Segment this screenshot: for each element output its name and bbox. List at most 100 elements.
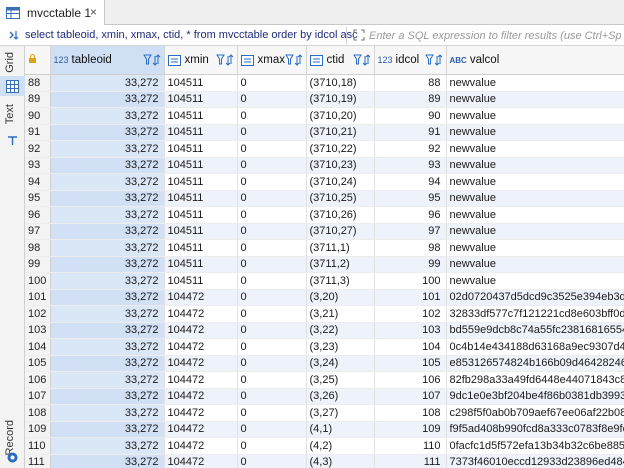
- cell-ctid[interactable]: (4,1): [306, 421, 375, 438]
- cell-tableoid[interactable]: 33,272: [50, 421, 165, 438]
- cell-xmin[interactable]: 104511: [164, 140, 238, 158]
- cell-ctid[interactable]: (3,23): [306, 338, 375, 356]
- tab-mvcctable[interactable]: mvcctable 1 ×: [0, 0, 105, 25]
- cell-valcol[interactable]: 02d0720437d5dcd9c3525e394eb3d14c: [446, 289, 624, 306]
- cell-tableoid[interactable]: 33,272: [50, 140, 165, 158]
- cell-xmin[interactable]: 104511: [164, 157, 238, 174]
- cell-ctid[interactable]: (3710,27): [306, 223, 375, 240]
- cell-ctid[interactable]: (3710,22): [306, 140, 375, 158]
- row-number[interactable]: 93: [25, 157, 51, 174]
- text-view-tab[interactable]: Text: [4, 104, 16, 124]
- cell-valcol[interactable]: c298f5f0ab0b709aef67ee06af22b080: [446, 404, 624, 422]
- cell-valcol[interactable]: newvalue: [446, 256, 624, 273]
- grid-icon[interactable]: [6, 80, 19, 93]
- cell-xmin[interactable]: 104511: [164, 91, 238, 108]
- sql-query-text[interactable]: select tableoid, xmin, xmax, ctid, * fro…: [25, 29, 358, 41]
- cell-tableoid[interactable]: 33,272: [50, 91, 165, 108]
- cell-tableoid[interactable]: 33,272: [50, 124, 165, 141]
- table-row[interactable]: 88 33,272 104511 0 (3710,18) 88 newvalue: [25, 74, 624, 92]
- cell-idcol[interactable]: 93: [374, 157, 447, 174]
- cell-xmin[interactable]: 104511: [164, 272, 238, 290]
- cell-xmax[interactable]: 0: [237, 239, 307, 257]
- cell-ctid[interactable]: (3710,25): [306, 190, 375, 207]
- row-number[interactable]: 107: [25, 388, 51, 405]
- cell-xmax[interactable]: 0: [237, 256, 307, 273]
- cell-valcol[interactable]: newvalue: [446, 124, 624, 141]
- row-number[interactable]: 108: [25, 404, 51, 422]
- row-number[interactable]: 110: [25, 437, 51, 455]
- cell-tableoid[interactable]: 33,272: [50, 437, 165, 455]
- table-row[interactable]: 103 33,272 104472 0 (3,22) 103 bd559e9dcb8c74a…: [25, 322, 624, 339]
- cell-xmin[interactable]: 104472: [164, 289, 238, 306]
- table-row[interactable]: 104 33,272 104472 0 (3,23) 104 0c4b14e434188d6…: [25, 338, 624, 356]
- row-number-header[interactable]: [25, 46, 51, 75]
- cell-ctid[interactable]: (3,21): [306, 305, 375, 323]
- cell-xmin[interactable]: 104511: [164, 223, 238, 240]
- row-number[interactable]: 90: [25, 107, 51, 125]
- cell-tableoid[interactable]: 33,272: [50, 289, 165, 306]
- cell-idcol[interactable]: 109: [374, 421, 447, 438]
- cell-xmax[interactable]: 0: [237, 289, 307, 306]
- table-row[interactable]: 102 33,272 104472 0 (3,21) 102 32833df577c7f12…: [25, 305, 624, 323]
- cell-xmax[interactable]: 0: [237, 173, 307, 191]
- row-number[interactable]: 97: [25, 223, 51, 240]
- cell-valcol[interactable]: newvalue: [446, 91, 624, 108]
- cell-idcol[interactable]: 107: [374, 388, 447, 405]
- filter-sort-icon[interactable]: [352, 53, 371, 67]
- cell-xmax[interactable]: 0: [237, 190, 307, 207]
- cell-xmin[interactable]: 104511: [164, 74, 238, 92]
- cell-xmin[interactable]: 104511: [164, 124, 238, 141]
- cell-ctid[interactable]: (3711,2): [306, 256, 375, 273]
- table-row[interactable]: 101 33,272 104472 0 (3,20) 101 02d0720437d5dcd…: [25, 289, 624, 306]
- cell-ctid[interactable]: (3,25): [306, 371, 375, 389]
- cell-idcol[interactable]: 104: [374, 338, 447, 356]
- table-row[interactable]: 96 33,272 104511 0 (3710,26) 96 newvalue: [25, 206, 624, 224]
- column-header-ctid[interactable]: ctid: [306, 46, 375, 75]
- cell-xmin[interactable]: 104511: [164, 239, 238, 257]
- cell-idcol[interactable]: 100: [374, 272, 447, 290]
- cell-valcol[interactable]: bd559e9dcb8c74a55fc2381681655445: [446, 322, 624, 339]
- filter-sort-icon[interactable]: [424, 53, 443, 67]
- close-tab-icon[interactable]: ×: [90, 5, 97, 19]
- cell-idcol[interactable]: 99: [374, 256, 447, 273]
- filter-expression-input[interactable]: [369, 27, 621, 44]
- row-number[interactable]: 102: [25, 305, 51, 323]
- cell-xmax[interactable]: 0: [237, 107, 307, 125]
- cell-ctid[interactable]: (3710,21): [306, 124, 375, 141]
- cell-idcol[interactable]: 106: [374, 371, 447, 389]
- cell-valcol[interactable]: 82fb298a33a49fd6448e44071843c837: [446, 371, 624, 389]
- cell-xmin[interactable]: 104472: [164, 322, 238, 339]
- cell-valcol[interactable]: 0facfc1d5f572efa13b34b32c6be8850: [446, 437, 624, 455]
- cell-tableoid[interactable]: 33,272: [50, 107, 165, 125]
- cell-idcol[interactable]: 103: [374, 322, 447, 339]
- cell-idcol[interactable]: 98: [374, 239, 447, 257]
- cell-idcol[interactable]: 97: [374, 223, 447, 240]
- table-row[interactable]: 106 33,272 104472 0 (3,25) 106 82fb298a33a49fd…: [25, 371, 624, 389]
- column-header-valcol[interactable]: ABC valcol: [446, 46, 624, 75]
- table-row[interactable]: 93 33,272 104511 0 (3710,23) 93 newvalue: [25, 157, 624, 174]
- row-number[interactable]: 106: [25, 371, 51, 389]
- cell-ctid[interactable]: (3710,19): [306, 91, 375, 108]
- cell-xmax[interactable]: 0: [237, 437, 307, 455]
- cell-ctid[interactable]: (3710,24): [306, 173, 375, 191]
- cell-tableoid[interactable]: 33,272: [50, 206, 165, 224]
- column-header-xmin[interactable]: xmin: [164, 46, 238, 75]
- cell-xmin[interactable]: 104472: [164, 404, 238, 422]
- cell-valcol[interactable]: newvalue: [446, 223, 624, 240]
- cell-idcol[interactable]: 95: [374, 190, 447, 207]
- cell-xmax[interactable]: 0: [237, 305, 307, 323]
- cell-valcol[interactable]: f9f5ad408b990fcd8a333c0783f8e9fe: [446, 421, 624, 438]
- cell-idcol[interactable]: 101: [374, 289, 447, 306]
- column-header-xmax[interactable]: xmax: [237, 46, 307, 75]
- cell-valcol[interactable]: 0c4b14e434188d63168a9ec9307d464d: [446, 338, 624, 356]
- table-row[interactable]: 99 33,272 104511 0 (3711,2) 99 newvalue: [25, 256, 624, 273]
- table-row[interactable]: 89 33,272 104511 0 (3710,19) 89 newvalue: [25, 91, 624, 108]
- cell-xmin[interactable]: 104472: [164, 355, 238, 372]
- cell-xmax[interactable]: 0: [237, 157, 307, 174]
- cell-ctid[interactable]: (4,2): [306, 437, 375, 455]
- cell-tableoid[interactable]: 33,272: [50, 355, 165, 372]
- row-number[interactable]: 95: [25, 190, 51, 207]
- table-row[interactable]: 92 33,272 104511 0 (3710,22) 92 newvalue: [25, 140, 624, 158]
- cell-valcol[interactable]: 9dc1e0e3bf204be4f86b0381db3993db: [446, 388, 624, 405]
- filter-sort-icon[interactable]: [215, 53, 234, 67]
